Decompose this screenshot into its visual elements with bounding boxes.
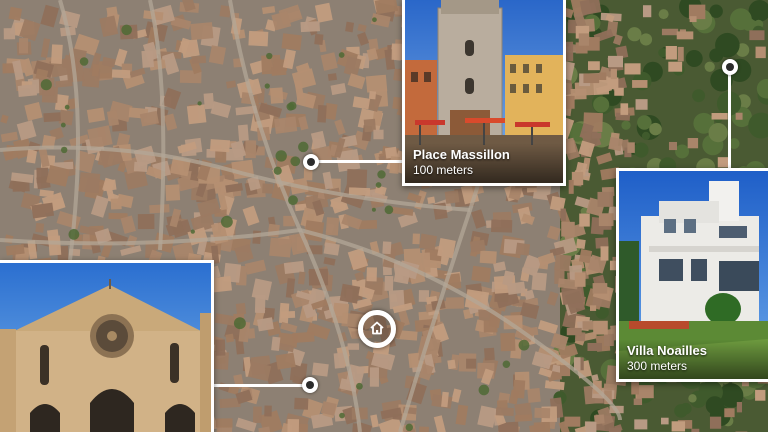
place-photo-church (0, 263, 211, 432)
connector-church (212, 384, 308, 387)
place-title-place-massillon: Place Massillon (413, 147, 510, 162)
place-card-villa-noailles[interactable]: Villa Noailles 300 meters (616, 168, 768, 382)
map-pin-villa-noailles[interactable] (722, 59, 738, 75)
connector-place-massillon (318, 160, 404, 163)
home-marker[interactable] (358, 310, 396, 348)
map-pin-place-massillon[interactable] (303, 154, 319, 170)
connector-villa-noailles (728, 72, 731, 170)
place-title-villa-noailles: Villa Noailles (627, 343, 707, 358)
map-pin-church[interactable] (302, 377, 318, 393)
home-icon (370, 321, 384, 335)
place-distance-villa-noailles: 300 meters (627, 359, 688, 373)
place-card-place-massillon[interactable]: Place Massillon 100 meters (402, 0, 566, 186)
place-distance-place-massillon: 100 meters (413, 163, 474, 177)
place-card-church[interactable] (0, 260, 214, 432)
